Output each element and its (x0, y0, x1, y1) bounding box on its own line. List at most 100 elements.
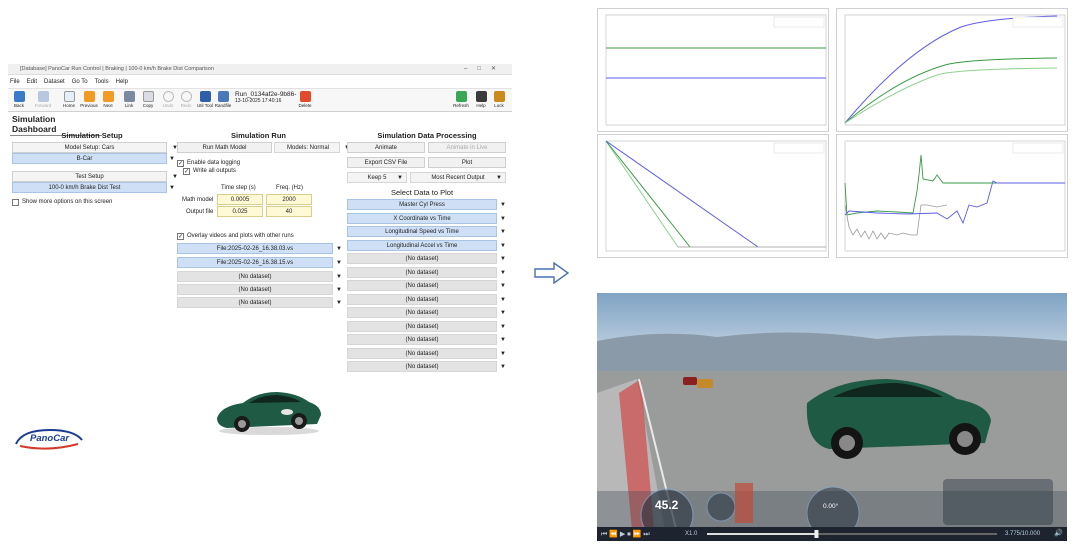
overlay-file-3[interactable]: (No dataset) ▼ (177, 271, 342, 282)
menu-dataset[interactable]: Dataset (44, 77, 65, 87)
undo-icon (162, 91, 174, 102)
plot-data-item[interactable]: (No dataset) ▼ (347, 334, 506, 345)
recent-output-dropdown[interactable]: Most Recent Output ▼ (410, 172, 506, 183)
next-button[interactable]: Next (99, 91, 117, 108)
animation-view[interactable]: 45.2 0.00° ⏮ ⏪ ▶ ⏹ ⏩ ⏭ X1.0 3.775/10.000… (597, 293, 1067, 541)
plot-data-item[interactable]: (No dataset) ▼ (347, 361, 506, 372)
chevron-down-icon: ▼ (500, 310, 506, 316)
randfile-button[interactable]: Randfile (214, 91, 232, 108)
run-name: Run_0134af2e-9b86- (235, 91, 297, 98)
write-outputs-checkbox[interactable]: ✓ Write all outputs (183, 167, 236, 175)
vehicle-dropdown[interactable]: B-Car ▼ (12, 153, 175, 164)
trash-icon (299, 91, 311, 102)
overlay-file-1[interactable]: File:2025-02-26_16.38.03.vs ▼ (177, 243, 342, 254)
test-dropdown[interactable]: 100-0 km/h Brake Dist Test ▼ (12, 182, 175, 193)
output-timestep-field[interactable]: 0.025 (217, 206, 263, 217)
plot-canvas (605, 14, 827, 126)
copy-button[interactable]: Copy (139, 91, 157, 108)
plot-canvas (844, 140, 1066, 252)
forward-button[interactable]: Forward (34, 91, 52, 108)
chevron-down-icon: ▼ (336, 300, 342, 306)
output-file-label: Output file (186, 209, 214, 215)
refresh-button[interactable]: Refresh (452, 91, 470, 108)
overlay-file-2[interactable]: File:2025-02-26_16.38.15.vs ▼ (177, 257, 342, 268)
link-button[interactable]: Link (120, 91, 138, 108)
models-dropdown[interactable]: Models: Normal▼ (274, 142, 350, 153)
plot-data-item[interactable]: (No dataset) ▼ (347, 280, 506, 291)
progress-knob[interactable] (814, 530, 819, 538)
previous-button[interactable]: Previous (80, 91, 98, 108)
test-setup-dropdown[interactable]: Test Setup ▼ (12, 171, 178, 182)
panocar-logo: PanoCar (12, 426, 86, 454)
plot-x-coordinate[interactable] (836, 8, 1068, 132)
run-heading: Simulation Run (231, 131, 286, 140)
steer-angle-readout: 0.00° (823, 503, 839, 510)
window-controls[interactable]: –□✕ (464, 64, 506, 75)
speed-readout: 45.2 (655, 498, 679, 512)
plot-data-item[interactable]: (No dataset) ▼ (347, 307, 506, 318)
plot-data-item[interactable]: Longitudinal Speed vs Time ▼ (347, 226, 506, 237)
more-options-checkbox[interactable]: Show more options on this screen (12, 198, 112, 206)
undo-button[interactable]: Undo (159, 91, 177, 108)
overlay-checkbox[interactable]: ✓ Overlay videos and plots with other run… (177, 232, 294, 240)
math-freq-field[interactable]: 2000 (266, 194, 312, 205)
plot-data-item[interactable]: (No dataset) ▼ (347, 293, 506, 305)
chevron-down-icon: ▼ (336, 287, 342, 293)
volume-icon[interactable]: 🔊 (1054, 529, 1063, 537)
plot-button[interactable]: Plot (428, 157, 506, 168)
playback-speed[interactable]: X1.0 (685, 531, 697, 537)
export-csv-button[interactable]: Export CSV File (347, 157, 425, 168)
plot-legend (773, 142, 825, 154)
menu-file[interactable]: File (10, 77, 20, 87)
plot-data-item[interactable]: (No dataset) ▼ (347, 320, 506, 332)
setup-heading: Simulation Setup (61, 131, 123, 140)
plot-data-item[interactable]: Longitudinal Accel vs Time ▼ (347, 239, 506, 251)
arrow-left-icon (13, 91, 25, 102)
animate-button[interactable]: Animate (347, 142, 425, 153)
plot-data-item[interactable]: Master Cyl Press ▼ (347, 199, 506, 210)
freq-column-header: Freq. (Hz) (276, 185, 303, 191)
select-data-heading: Select Data to Plot (390, 188, 454, 197)
model-setup-dropdown[interactable]: Model Setup: Cars ▼ (12, 142, 178, 153)
help-icon (475, 91, 487, 102)
plot-data-item[interactable]: (No dataset) ▼ (347, 253, 506, 264)
plot-longitudinal-speed[interactable] (597, 134, 829, 258)
chevron-down-icon: ▼ (500, 215, 506, 222)
animate-live-button[interactable]: Animate in Live (428, 142, 506, 153)
lock-button[interactable]: Lock (490, 91, 508, 108)
run-math-model-button[interactable]: Run Math Model (177, 142, 272, 153)
title-bar: [Database] PanoCar Run Control | Braking… (8, 64, 512, 75)
chevron-down-icon: ▼ (336, 246, 342, 252)
home-icon (63, 91, 75, 102)
plot-master-cyl-press[interactable] (597, 8, 829, 132)
util-tool-button[interactable]: Util Tool (196, 91, 214, 108)
math-timestep-field[interactable]: 0.0005 (217, 194, 263, 205)
overlay-file-4[interactable]: (No dataset) ▼ (177, 284, 342, 295)
menu-goto[interactable]: Go To (72, 77, 88, 87)
plot-data-item[interactable]: (No dataset) ▼ (347, 266, 506, 278)
redo-icon (180, 91, 192, 102)
output-freq-field[interactable]: 40 (266, 206, 312, 217)
delete-button[interactable]: Delete (296, 91, 314, 108)
back-button[interactable]: Back (10, 91, 28, 108)
chevron-down-icon: ▼ (169, 156, 175, 162)
overlay-file-5[interactable]: (No dataset) ▼ (177, 297, 342, 308)
plot-data-item[interactable]: X Coordinate vs Time ▼ (347, 212, 506, 224)
plot-data-item[interactable]: (No dataset) ▼ (347, 347, 506, 359)
playback-controls[interactable]: ⏮ ⏪ ▶ ⏹ ⏩ ⏭ (601, 530, 650, 539)
lock-icon (493, 91, 505, 102)
arrow-down-icon (102, 91, 114, 102)
plot-legend (1012, 142, 1064, 154)
plot-longitudinal-accel[interactable] (836, 134, 1068, 258)
window-title: [Database] PanoCar Run Control | Braking… (20, 66, 214, 72)
run-info: Run_0134af2e-9b86- 13-10-2025 17:40:16 (235, 91, 296, 105)
home-button[interactable]: Home (60, 91, 78, 108)
help-button[interactable]: Help (472, 91, 490, 108)
menu-help[interactable]: Help (116, 77, 128, 87)
keep-dropdown[interactable]: Keep 5 ▼ (347, 172, 407, 183)
enable-logging-checkbox[interactable]: ✓ Enable data logging (177, 159, 240, 167)
redo-button[interactable]: Redo (177, 91, 195, 108)
menu-edit[interactable]: Edit (27, 77, 37, 87)
menu-tools[interactable]: Tools (95, 77, 109, 87)
chevron-down-icon: ▼ (500, 296, 506, 303)
